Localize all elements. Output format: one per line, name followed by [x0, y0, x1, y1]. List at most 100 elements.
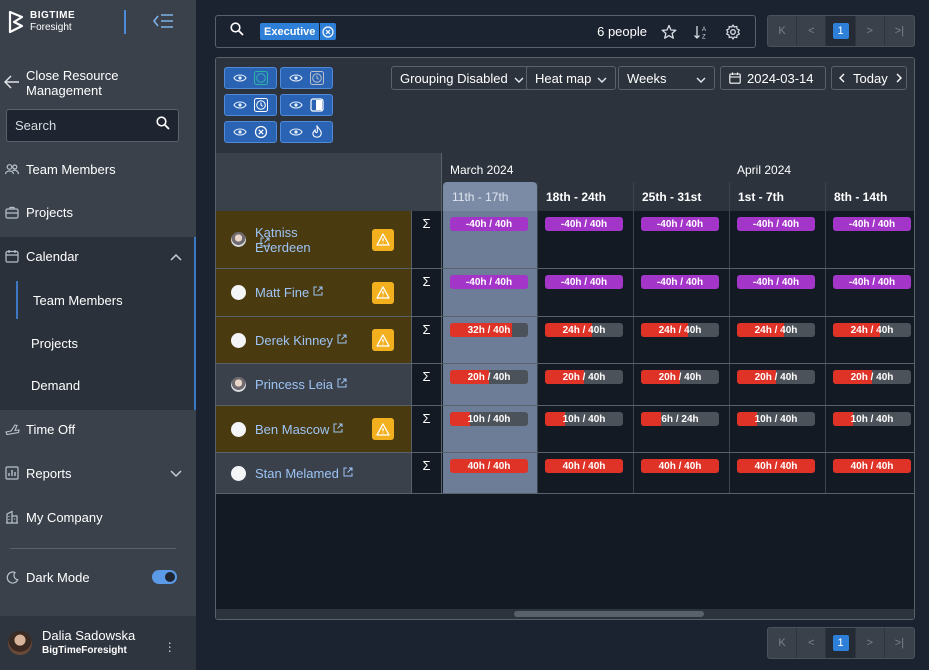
- toggle-visibility-4[interactable]: [280, 94, 333, 116]
- allocation-bar[interactable]: 40h / 40h: [737, 459, 815, 473]
- first-page-button[interactable]: K: [768, 628, 798, 658]
- remove-filter-icon[interactable]: [319, 23, 336, 40]
- warning-icon[interactable]: [372, 418, 394, 440]
- sum-toggle[interactable]: Σ: [411, 269, 442, 316]
- external-link-icon[interactable]: [337, 378, 347, 391]
- star-icon[interactable]: [659, 22, 679, 42]
- sidebar-search-input[interactable]: [15, 118, 145, 133]
- allocation-bar[interactable]: 24h / 40h: [641, 323, 719, 337]
- warning-icon[interactable]: [372, 329, 394, 351]
- allocation-bar[interactable]: 10h / 40h: [737, 412, 815, 426]
- sidebar-item-time-off[interactable]: Time Off: [0, 412, 196, 446]
- warning-icon[interactable]: [372, 228, 394, 251]
- prev-page-button[interactable]: <: [797, 16, 827, 46]
- toggle-visibility-6[interactable]: [280, 121, 333, 143]
- sum-toggle[interactable]: Σ: [411, 317, 442, 363]
- next-period-icon[interactable]: [895, 71, 903, 86]
- allocation-bar[interactable]: 20h / 40h: [450, 370, 528, 384]
- external-link-icon[interactable]: [333, 423, 343, 436]
- allocation-bar[interactable]: 40h / 40h: [545, 459, 623, 473]
- calendar-sub-team-members[interactable]: Team Members: [16, 281, 192, 319]
- dark-mode-toggle[interactable]: [152, 570, 177, 584]
- sidebar-item-reports[interactable]: Reports: [0, 456, 196, 490]
- view-mode-dropdown[interactable]: Heat map: [526, 66, 617, 90]
- allocation-bar[interactable]: -40h / 40h: [545, 275, 623, 289]
- resource-name-link[interactable]: Matt Fine: [255, 285, 309, 300]
- toggle-visibility-3[interactable]: [224, 94, 277, 116]
- last-page-button[interactable]: >|: [885, 16, 914, 46]
- search-icon[interactable]: [230, 22, 244, 41]
- sum-toggle[interactable]: Σ: [411, 453, 442, 493]
- page-1-button[interactable]: 1: [826, 16, 856, 46]
- page-1-button[interactable]: 1: [826, 628, 856, 658]
- external-link-icon[interactable]: [260, 237, 270, 250]
- allocation-bar[interactable]: 20h / 40h: [641, 370, 719, 384]
- toggle-visibility-1[interactable]: [224, 67, 277, 89]
- allocation-bar[interactable]: -40h / 40h: [833, 275, 911, 289]
- week-header[interactable]: 18th - 24th: [537, 182, 633, 211]
- allocation-bar[interactable]: 40h / 40h: [450, 459, 528, 473]
- allocation-bar[interactable]: -40h / 40h: [737, 275, 815, 289]
- week-header[interactable]: 25th - 31st: [633, 182, 729, 211]
- resource-name-link[interactable]: Ben Mascow: [255, 422, 329, 437]
- resource-name-link[interactable]: Stan Melamed: [255, 466, 339, 481]
- period-dropdown[interactable]: Weeks: [618, 66, 715, 90]
- prev-page-button[interactable]: <: [797, 628, 827, 658]
- week-header[interactable]: 11th - 17th: [443, 182, 537, 211]
- allocation-bar[interactable]: 10h / 40h: [545, 412, 623, 426]
- sum-toggle[interactable]: Σ: [411, 364, 442, 405]
- week-header[interactable]: 8th - 14th: [825, 182, 914, 211]
- allocation-bar[interactable]: 20h / 40h: [545, 370, 623, 384]
- scrollbar-thumb[interactable]: [514, 611, 704, 617]
- gear-icon[interactable]: [723, 22, 743, 42]
- horizontal-scrollbar[interactable]: [216, 609, 914, 619]
- allocation-bar[interactable]: 40h / 40h: [641, 459, 719, 473]
- allocation-bar[interactable]: 10h / 40h: [833, 412, 911, 426]
- allocation-bar[interactable]: 32h / 40h: [450, 323, 528, 337]
- user-profile[interactable]: Dalia Sadowska BigTimeForesight · · ·: [0, 616, 196, 670]
- resource-name-link[interactable]: Derek Kinney: [255, 333, 333, 348]
- external-link-icon[interactable]: [313, 286, 323, 299]
- date-picker[interactable]: 2024-03-14: [720, 66, 826, 90]
- resource-name-link[interactable]: Katniss Everdeen: [255, 225, 355, 255]
- toggle-visibility-5[interactable]: [224, 121, 277, 143]
- allocation-bar[interactable]: -40h / 40h: [450, 217, 528, 231]
- next-page-button[interactable]: >: [856, 628, 885, 658]
- search-icon[interactable]: [156, 116, 170, 135]
- more-vertical-icon[interactable]: · · ·: [167, 635, 172, 657]
- close-resource-management-link[interactable]: Close Resource Management: [3, 68, 196, 98]
- sum-toggle[interactable]: Σ: [411, 406, 442, 452]
- prev-period-icon[interactable]: [838, 71, 846, 86]
- last-page-button[interactable]: >|: [885, 628, 914, 658]
- first-page-button[interactable]: K: [768, 16, 798, 46]
- next-page-button[interactable]: >: [856, 16, 885, 46]
- collapse-sidebar-icon[interactable]: [152, 12, 174, 30]
- allocation-bar[interactable]: -40h / 40h: [737, 217, 815, 231]
- toggle-visibility-2[interactable]: [280, 67, 333, 89]
- allocation-bar[interactable]: 24h / 40h: [833, 323, 911, 337]
- allocation-bar[interactable]: 6h / 24h: [641, 412, 719, 426]
- sidebar-item-projects[interactable]: Projects: [0, 195, 196, 229]
- brand-logo[interactable]: BIGTIME Foresight: [8, 10, 75, 34]
- allocation-bar[interactable]: -40h / 40h: [450, 275, 528, 289]
- sidebar-item-my-company[interactable]: My Company: [0, 500, 196, 534]
- sidebar-item-calendar[interactable]: Calendar: [0, 239, 196, 273]
- external-link-icon[interactable]: [343, 467, 353, 480]
- allocation-bar[interactable]: 10h / 40h: [450, 412, 528, 426]
- sort-az-icon[interactable]: AZ: [691, 22, 711, 42]
- sum-toggle[interactable]: Σ: [411, 211, 442, 268]
- allocation-bar[interactable]: 20h / 40h: [737, 370, 815, 384]
- warning-icon[interactable]: [372, 281, 394, 304]
- allocation-bar[interactable]: -40h / 40h: [545, 217, 623, 231]
- today-button[interactable]: Today: [853, 71, 888, 86]
- external-link-icon[interactable]: [337, 334, 347, 347]
- calendar-sub-demand[interactable]: Demand: [16, 366, 192, 404]
- sidebar-item-team-members[interactable]: Team Members: [0, 152, 196, 186]
- allocation-bar[interactable]: 40h / 40h: [833, 459, 911, 473]
- allocation-bar[interactable]: -40h / 40h: [641, 275, 719, 289]
- allocation-bar[interactable]: -40h / 40h: [833, 217, 911, 231]
- allocation-bar[interactable]: -40h / 40h: [641, 217, 719, 231]
- allocation-bar[interactable]: 24h / 40h: [545, 323, 623, 337]
- allocation-bar[interactable]: 20h / 40h: [833, 370, 911, 384]
- grouping-dropdown[interactable]: Grouping Disabled: [391, 66, 533, 90]
